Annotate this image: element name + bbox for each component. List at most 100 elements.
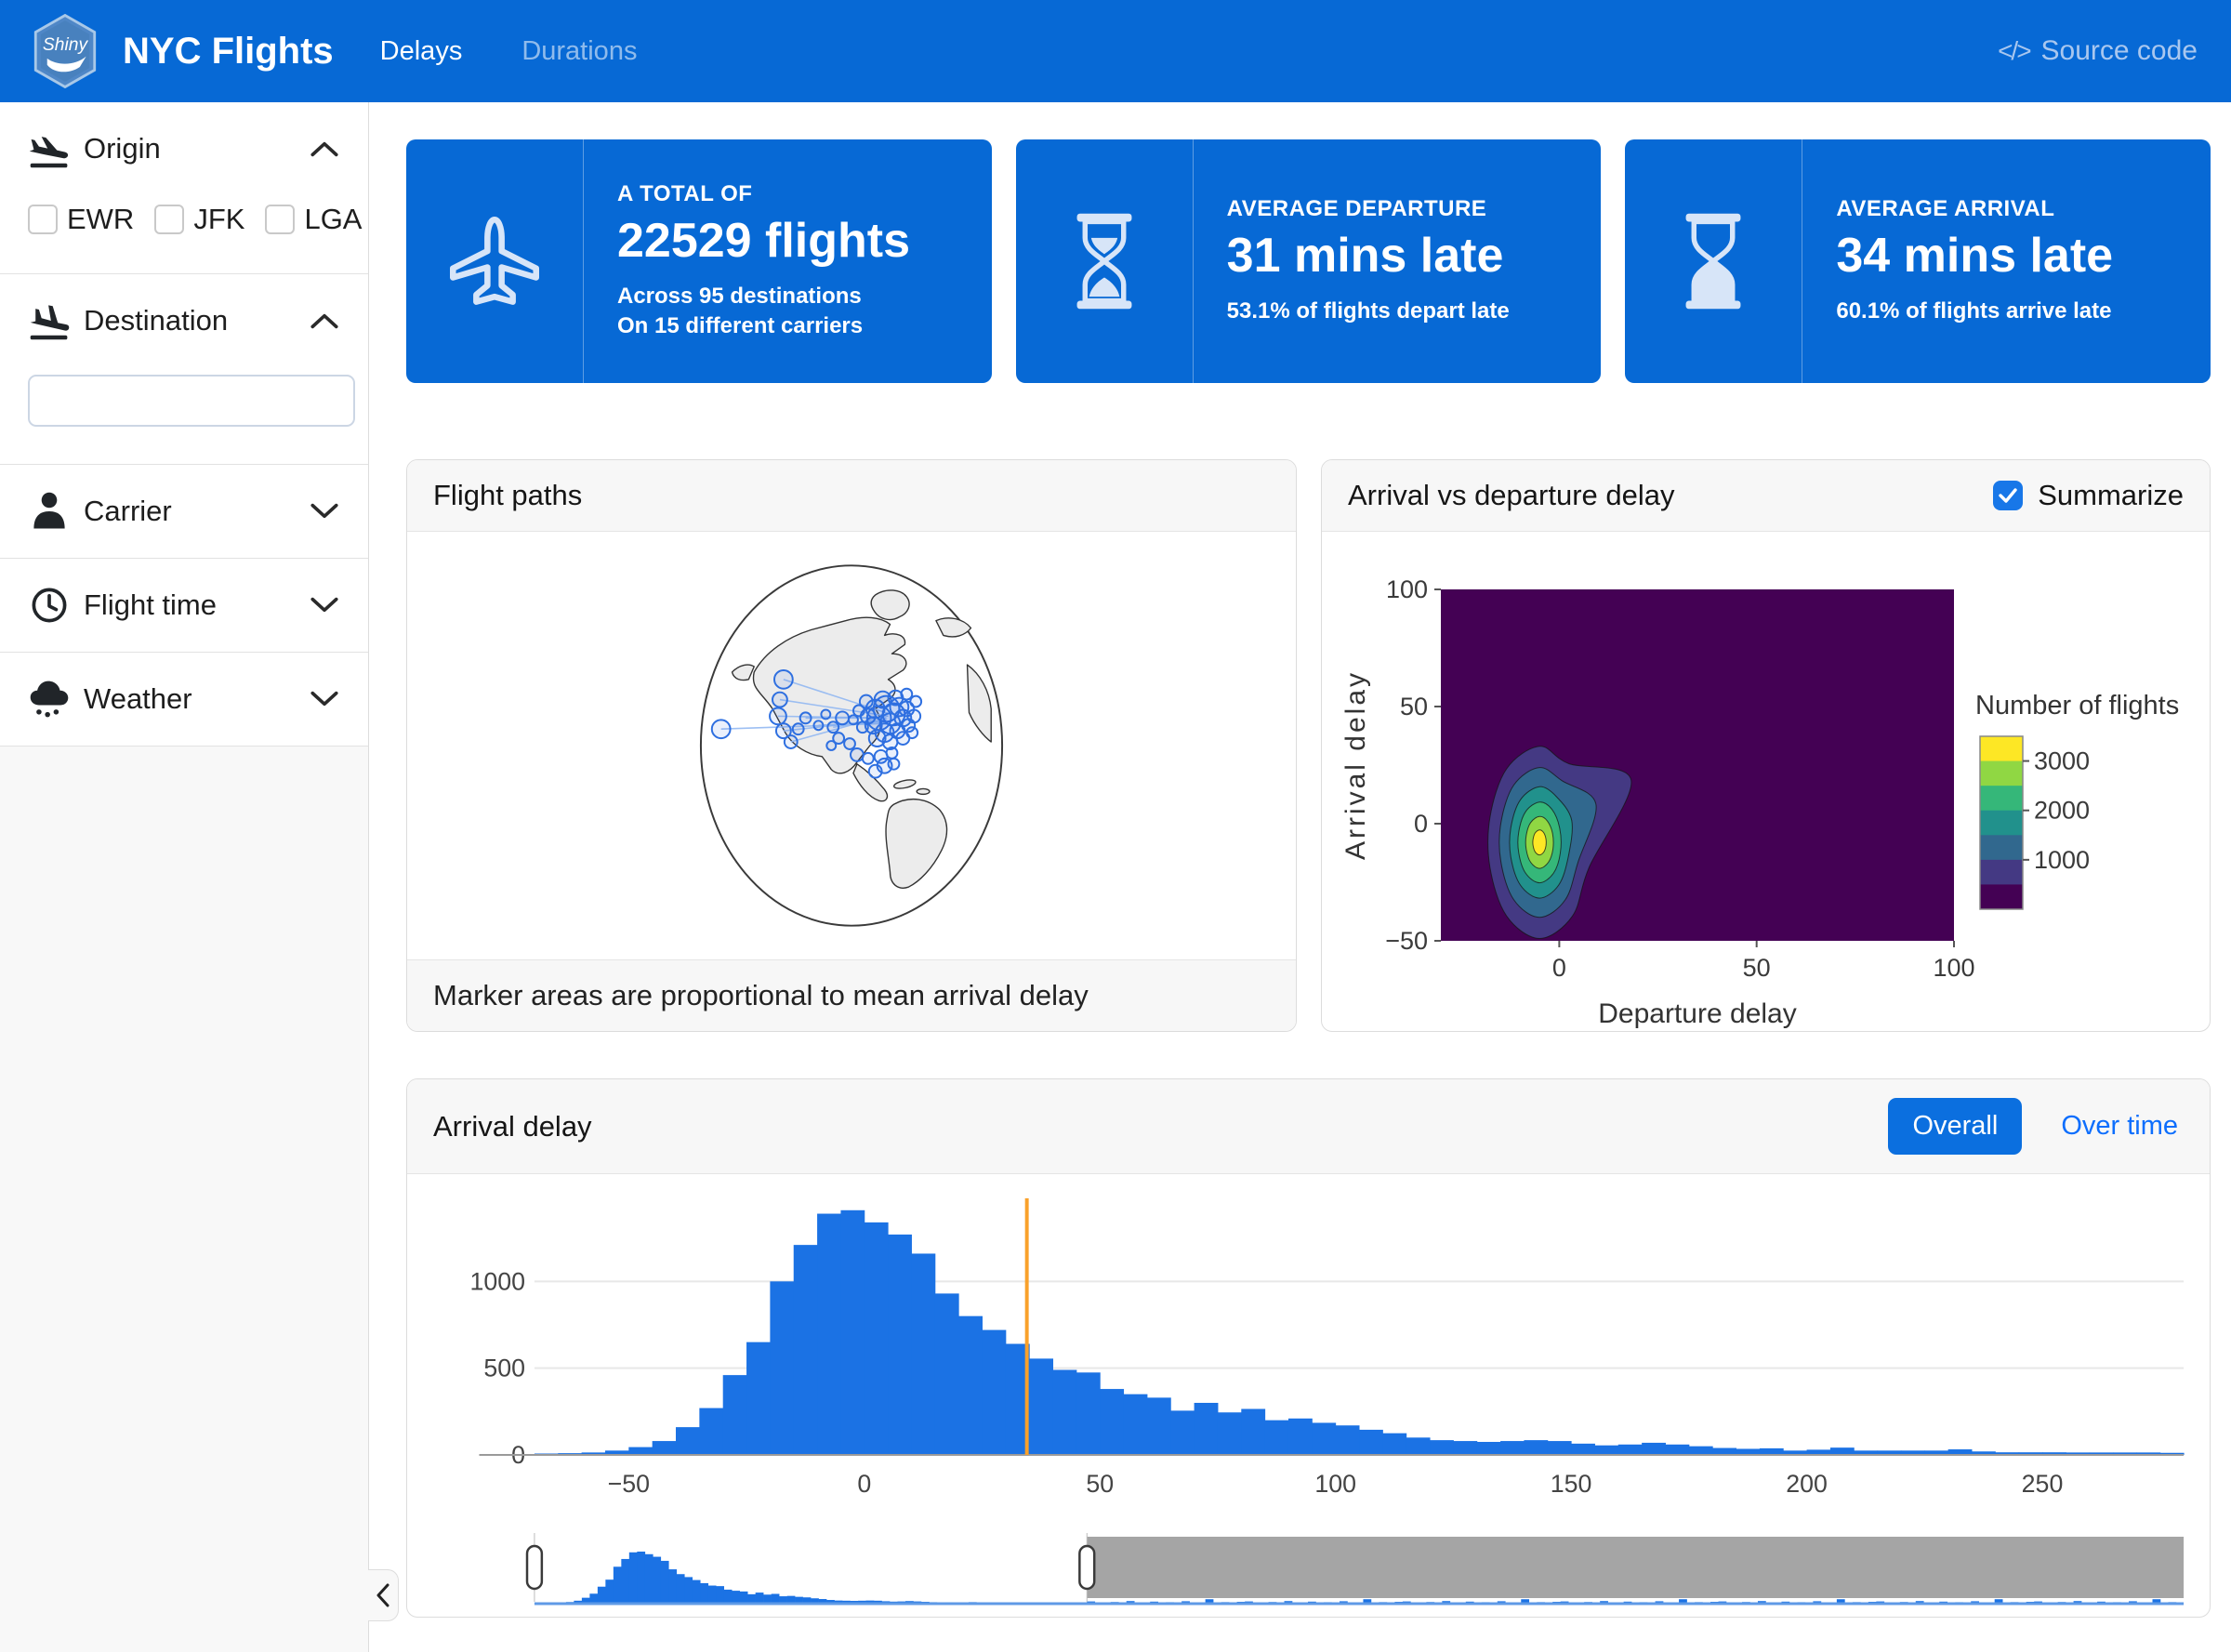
overall-button[interactable]: Overall [1888,1098,2022,1155]
sidebar-collapse-toggle[interactable] [368,1569,399,1621]
value-box-showcase [1625,139,1802,383]
accordion-weather-header[interactable]: Weather [0,653,368,746]
summarize-control[interactable]: Summarize [1993,479,2184,512]
page-layout: Origin EWR JFK LGA [0,102,2231,1652]
clock-icon [28,583,71,628]
accordion-origin: Origin EWR JFK LGA [0,102,368,274]
main-content: A TOTAL OF 22529 flights Across 95 desti… [369,102,2231,1652]
globe-map[interactable] [695,562,1008,930]
check-icon [1999,488,2017,503]
app-title: NYC Flights [123,31,334,73]
value-box-value: 34 mins late [1836,228,2113,284]
svg-text:100: 100 [1933,954,1974,982]
value-box-showcase [406,139,584,383]
value-box-body: AVERAGE ARRIVAL 34 mins late 60.1% of fl… [1802,139,2146,383]
svg-text:1000: 1000 [2034,846,2090,874]
tab-durations[interactable]: Durations [521,36,637,67]
svg-text:Departure delay: Departure delay [1598,998,1796,1029]
arrival-delay-card: Arrival delay Overall Over time 0 500 1000… [406,1078,2211,1618]
value-box-title: AVERAGE ARRIVAL [1836,196,2113,222]
arrival-delay-histogram[interactable]: 05001000−50050100150200250 [424,1187,2193,1531]
value-box-subtitle-2: On 15 different carriers [617,311,910,341]
arrival-delay-controls: Overall Over time [1888,1098,2184,1155]
arrival-vs-departure-title: Arrival vs departure delay [1348,479,1675,512]
value-box-title: AVERAGE DEPARTURE [1227,196,1510,222]
checkbox-jfk-label: JFK [193,203,244,236]
cloud-rain-icon [28,677,71,721]
accordion-origin-label: Origin [84,132,309,165]
accordion-carrier-header[interactable]: Carrier [0,465,368,558]
checkbox-lga[interactable]: LGA [265,203,362,236]
flight-paths-header: Flight paths [407,460,1296,532]
svg-text:200: 200 [1786,1470,1828,1498]
accordion-carrier: Carrier [0,465,368,559]
checkbox-jfk-box[interactable] [154,205,184,234]
arrival-vs-departure-card: Arrival vs departure delay Summarize 0 50… [1321,459,2211,1032]
arrival-vs-departure-header: Arrival vs departure delay Summarize [1322,460,2210,532]
svg-text:3000: 3000 [2034,747,2090,775]
value-box-avg-departure: AVERAGE DEPARTURE 31 mins late 53.1% of … [1016,139,1602,383]
chevron-left-icon [376,1583,390,1607]
value-box-value: 31 mins late [1227,228,1510,284]
checkbox-lga-box[interactable] [265,205,295,234]
plane-icon [439,205,550,317]
accordion-destination-label: Destination [84,304,309,337]
value-box-avg-arrival: AVERAGE ARRIVAL 34 mins late 60.1% of fl… [1625,139,2211,383]
summarize-checkbox[interactable] [1993,481,2023,510]
svg-text:250: 250 [2022,1470,2064,1498]
arrival-delay-title: Arrival delay [433,1110,592,1143]
svg-text:100: 100 [1314,1470,1356,1498]
checkbox-lga-label: LGA [304,203,362,236]
svg-text:−50: −50 [608,1470,650,1498]
accordion-carrier-label: Carrier [84,495,309,528]
chevron-down-icon [309,690,340,708]
flight-paths-title: Flight paths [433,479,582,512]
chevron-up-icon [309,139,340,158]
hourglass-end-icon [1657,205,1769,317]
svg-text:Shiny: Shiny [43,35,89,55]
svg-text:1000: 1000 [469,1267,525,1295]
accordion-destination: Destination [0,274,368,465]
svg-text:50: 50 [1742,954,1770,982]
checkbox-ewr-box[interactable] [28,205,58,234]
svg-text:50: 50 [1399,693,1427,720]
destination-input[interactable] [28,375,355,427]
brand-group: Shiny NYC Flights Delays Durations [33,14,670,88]
checkbox-ewr[interactable]: EWR [28,203,134,236]
accordion-flight-time-label: Flight time [84,588,309,622]
flight-paths-card: Flight paths [406,459,1297,1032]
accordion-destination-header[interactable]: Destination [0,274,368,367]
value-box-row: A TOTAL OF 22529 flights Across 95 desti… [406,139,2211,383]
value-box-subtitle-1: 60.1% of flights arrive late [1836,297,2113,326]
user-icon [28,489,71,534]
origin-checkbox-group: EWR JFK LGA [28,203,340,236]
svg-text:0: 0 [857,1470,871,1498]
accordion-flight-time: Flight time [0,559,368,653]
plane-arrival-icon [28,298,71,343]
tab-delays[interactable]: Delays [380,36,463,67]
accordion-flight-time-header[interactable]: Flight time [0,559,368,652]
accordion-origin-header[interactable]: Origin [0,102,368,195]
sidebar: Origin EWR JFK LGA [0,102,369,1652]
svg-text:0: 0 [1551,954,1565,982]
svg-text:2000: 2000 [2034,797,2090,825]
code-icon: </> [1998,36,2029,66]
source-code-label: Source code [2041,35,2198,67]
svg-text:Number of flights: Number of flights [1975,691,2179,720]
svg-text:−50: −50 [1385,927,1428,955]
over-time-button[interactable]: Over time [2061,1111,2178,1142]
range-slider[interactable] [424,1531,2193,1618]
checkbox-jfk[interactable]: JFK [154,203,244,236]
summarize-label: Summarize [2038,479,2184,512]
arrival-delay-body: 05001000−50050100150200250 [407,1174,2210,1618]
value-box-total-flights: A TOTAL OF 22529 flights Across 95 desti… [406,139,992,383]
hourglass-half-icon [1049,205,1160,317]
flight-paths-footer: Marker areas are proportional to mean ar… [407,959,1296,1031]
source-code-link[interactable]: </> Source code [1998,35,2198,67]
chevron-up-icon [309,311,340,330]
accordion-weather-label: Weather [84,682,309,716]
accordion-weather: Weather [0,653,368,747]
svg-text:500: 500 [483,1355,525,1382]
contour-plot[interactable]: 050100−50050100Departure delayArrival de… [1329,532,2203,1032]
chevron-down-icon [309,502,340,521]
